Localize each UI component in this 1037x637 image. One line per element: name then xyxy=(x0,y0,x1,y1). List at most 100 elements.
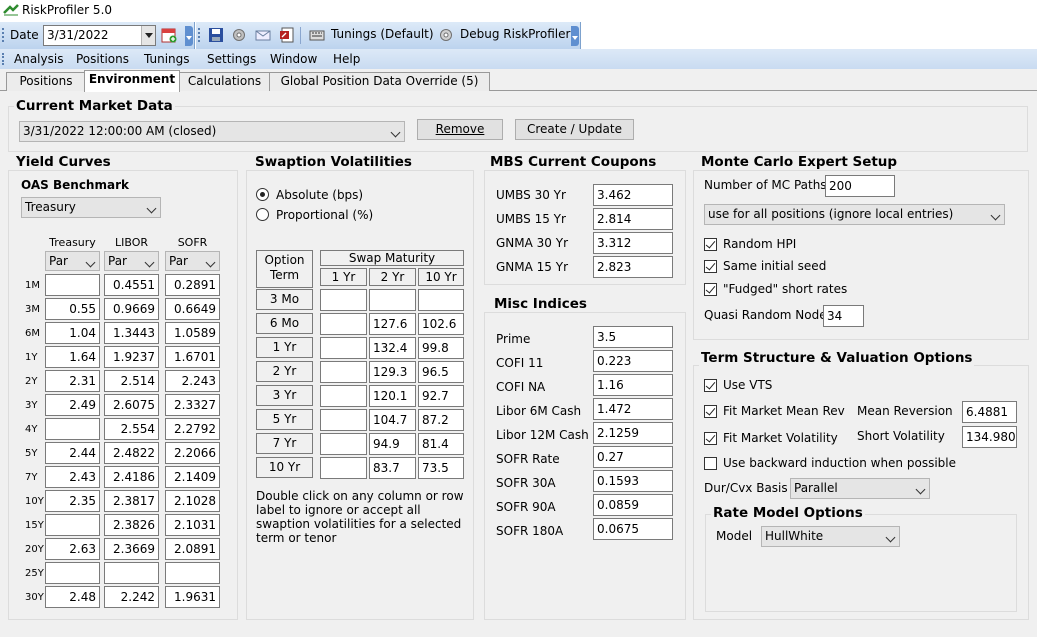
oas-benchmark-select[interactable]: Treasury xyxy=(21,197,161,218)
option-term-row-header[interactable]: 3 Yr xyxy=(256,385,313,406)
swaption-cell[interactable]: 81.4 xyxy=(418,433,464,455)
toolbar-overflow-button[interactable] xyxy=(571,26,579,46)
swaption-cell[interactable] xyxy=(320,361,367,383)
yield-cell[interactable]: 2.514 xyxy=(104,370,159,392)
option-term-row-header[interactable]: 6 Mo xyxy=(256,313,313,334)
yield-cell[interactable]: 2.48 xyxy=(45,586,100,608)
absolute-bps-radio[interactable] xyxy=(256,188,269,201)
swaption-cell[interactable]: 104.7 xyxy=(369,409,416,431)
yield-col-type-select-1[interactable]: Par xyxy=(104,251,159,271)
yield-cell[interactable]: 1.3443 xyxy=(104,322,159,344)
yield-cell[interactable]: 1.0589 xyxy=(165,322,220,344)
gear-icon[interactable] xyxy=(231,27,247,43)
create-update-button[interactable]: Create / Update xyxy=(515,119,634,140)
fit-market-volatility-checkbox[interactable] xyxy=(704,432,717,445)
mbs-coupon-input[interactable]: 2.814 xyxy=(593,208,673,230)
misc-index-input[interactable]: 0.27 xyxy=(593,446,673,468)
yield-cell[interactable]: 1.6701 xyxy=(165,346,220,368)
misc-index-input[interactable]: 3.5 xyxy=(593,326,673,348)
mc-scope-select[interactable]: use for all positions (ignore local entr… xyxy=(704,204,1005,225)
yield-cell[interactable]: 2.3826 xyxy=(104,514,159,536)
yield-cell[interactable] xyxy=(45,274,100,296)
quasi-random-nodes-input[interactable]: 34 xyxy=(823,305,864,327)
option-term-row-header[interactable]: 1 Yr xyxy=(256,337,313,358)
swap-maturity-col-header[interactable]: 10 Yr xyxy=(418,268,464,286)
yield-cell[interactable]: 2.3669 xyxy=(104,538,159,560)
yield-cell[interactable]: 2.242 xyxy=(104,586,159,608)
yield-cell[interactable]: 0.6649 xyxy=(165,298,220,320)
toolbar-grip[interactable] xyxy=(198,28,200,42)
option-term-row-header[interactable]: 5 Yr xyxy=(256,409,313,430)
yield-cell[interactable]: 1.64 xyxy=(45,346,100,368)
yield-cell[interactable]: 2.4186 xyxy=(104,466,159,488)
fudged-short-rates-checkbox[interactable] xyxy=(704,283,717,296)
yield-cell[interactable] xyxy=(104,562,159,584)
yield-cell[interactable]: 2.1031 xyxy=(165,514,220,536)
yield-cell[interactable]: 0.2891 xyxy=(165,274,220,296)
proportional-radio[interactable] xyxy=(256,208,269,221)
mc-paths-input[interactable]: 200 xyxy=(825,175,895,197)
yield-cell[interactable]: 2.1409 xyxy=(165,466,220,488)
swaption-cell[interactable] xyxy=(369,289,416,311)
swap-maturity-col-header[interactable]: 1 Yr xyxy=(320,268,367,286)
menu-window[interactable]: Window xyxy=(270,52,317,66)
date-picker[interactable]: 3/31/2022 xyxy=(43,25,156,46)
menu-analysis[interactable]: Analysis xyxy=(14,52,63,66)
save-icon[interactable] xyxy=(208,27,224,43)
yield-cell[interactable]: 2.2066 xyxy=(165,442,220,464)
swaption-cell[interactable] xyxy=(320,337,367,359)
menu-settings[interactable]: Settings xyxy=(207,52,256,66)
swaption-cell[interactable] xyxy=(320,433,367,455)
swaption-cell[interactable]: 92.7 xyxy=(418,385,464,407)
tab-global-position-data-override[interactable]: Global Position Data Override (5) xyxy=(269,72,490,91)
yield-cell[interactable]: 2.31 xyxy=(45,370,100,392)
mbs-coupon-input[interactable]: 3.462 xyxy=(593,184,673,206)
swaption-cell[interactable]: 120.1 xyxy=(369,385,416,407)
swaption-cell[interactable]: 94.9 xyxy=(369,433,416,455)
misc-index-input[interactable]: 0.1593 xyxy=(593,470,673,492)
tab-environment[interactable]: Environment xyxy=(84,70,180,92)
swaption-cell[interactable] xyxy=(320,457,367,479)
swaption-cell[interactable] xyxy=(320,289,367,311)
pdf-report-icon[interactable] xyxy=(279,27,295,43)
debug-riskprofiler-button[interactable]: Debug RiskProfiler xyxy=(460,27,570,41)
option-term-row-header[interactable]: 10 Yr xyxy=(256,457,313,478)
dur-cvx-basis-select[interactable]: Parallel xyxy=(790,478,930,499)
tab-positions[interactable]: Positions xyxy=(6,72,86,91)
mbs-coupon-input[interactable]: 2.823 xyxy=(593,256,673,278)
yield-cell[interactable]: 2.2792 xyxy=(165,418,220,440)
yield-cell[interactable]: 2.0891 xyxy=(165,538,220,560)
swaption-cell[interactable]: 73.5 xyxy=(418,457,464,479)
yield-cell[interactable]: 2.3817 xyxy=(104,490,159,512)
misc-index-input[interactable]: 0.223 xyxy=(593,350,673,372)
swaption-cell[interactable] xyxy=(418,289,464,311)
misc-index-input[interactable]: 2.1259 xyxy=(593,422,673,444)
yield-cell[interactable]: 0.9669 xyxy=(104,298,159,320)
yield-cell[interactable]: 2.243 xyxy=(165,370,220,392)
backward-induction-checkbox[interactable] xyxy=(704,457,717,470)
random-hpi-checkbox[interactable] xyxy=(704,238,717,251)
yield-cell[interactable]: 2.49 xyxy=(45,394,100,416)
yield-cell[interactable]: 2.4822 xyxy=(104,442,159,464)
same-seed-checkbox[interactable] xyxy=(704,260,717,273)
misc-index-input[interactable]: 0.0675 xyxy=(593,518,673,540)
misc-index-input[interactable]: 1.16 xyxy=(593,374,673,396)
swaption-cell[interactable] xyxy=(320,385,367,407)
swaption-cell[interactable]: 96.5 xyxy=(418,361,464,383)
swaption-cell[interactable] xyxy=(320,313,367,335)
option-term-row-header[interactable]: 2 Yr xyxy=(256,361,313,382)
option-term-row-header[interactable]: 7 Yr xyxy=(256,433,313,454)
remove-button[interactable]: Remove xyxy=(417,119,503,140)
rate-model-select[interactable]: HullWhite xyxy=(761,526,900,547)
yield-cell[interactable] xyxy=(45,514,100,536)
date-dropdown-button[interactable] xyxy=(141,26,155,45)
swaption-cell[interactable]: 99.8 xyxy=(418,337,464,359)
yield-cell[interactable]: 2.44 xyxy=(45,442,100,464)
menu-tunings[interactable]: Tunings xyxy=(144,52,190,66)
message-icon[interactable] xyxy=(255,27,271,43)
calendar-add-icon[interactable] xyxy=(161,27,177,43)
yield-cell[interactable] xyxy=(165,562,220,584)
tab-calculations[interactable]: Calculations xyxy=(179,72,270,91)
misc-index-input[interactable]: 1.472 xyxy=(593,398,673,420)
swaption-cell[interactable]: 132.4 xyxy=(369,337,416,359)
